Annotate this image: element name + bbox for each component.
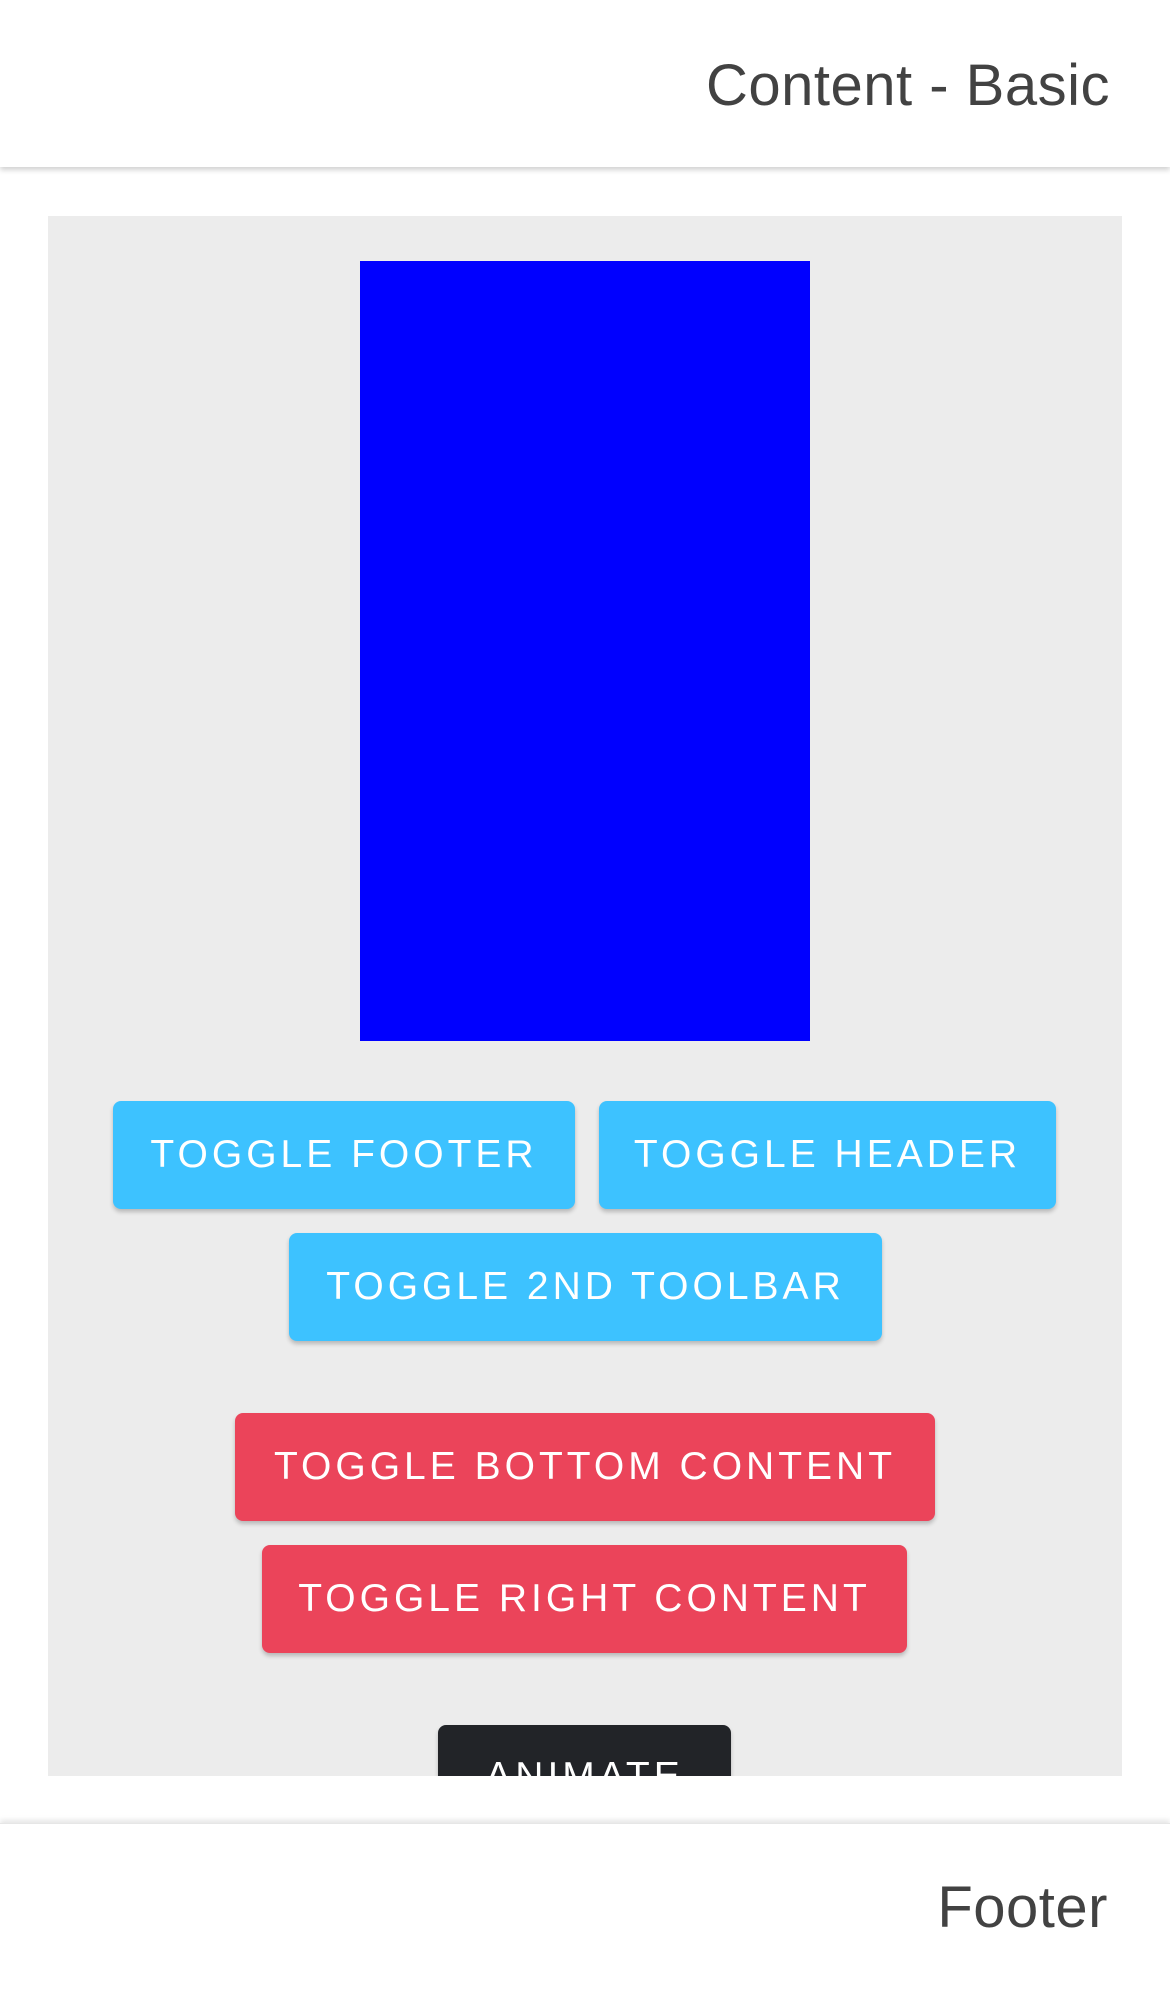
toggle-footer-button[interactable]: TOGGLE FOOTER [113, 1101, 575, 1209]
toggle-header-button[interactable]: TOGGLE HEADER [599, 1101, 1056, 1209]
app-page: Content - Basic TOGGLE FOOTER TOGGLE HEA… [0, 0, 1170, 1992]
header-toolbar: Content - Basic [0, 0, 1170, 167]
header-title: Content - Basic [705, 53, 1110, 118]
blue-box [360, 261, 810, 1041]
footer-toolbar: Footer [0, 1823, 1170, 1992]
footer-title: Footer [937, 1875, 1108, 1940]
toggle-bottom-content-button[interactable]: TOGGLE BOTTOM CONTENT [235, 1413, 935, 1521]
animate-button[interactable]: ANIMATE [438, 1725, 731, 1776]
content-area[interactable]: TOGGLE FOOTER TOGGLE HEADER TOGGLE 2ND T… [48, 216, 1122, 1776]
toggle-right-content-button[interactable]: TOGGLE RIGHT CONTENT [262, 1545, 907, 1653]
toggle-2nd-toolbar-button[interactable]: TOGGLE 2ND TOOLBAR [289, 1233, 882, 1341]
